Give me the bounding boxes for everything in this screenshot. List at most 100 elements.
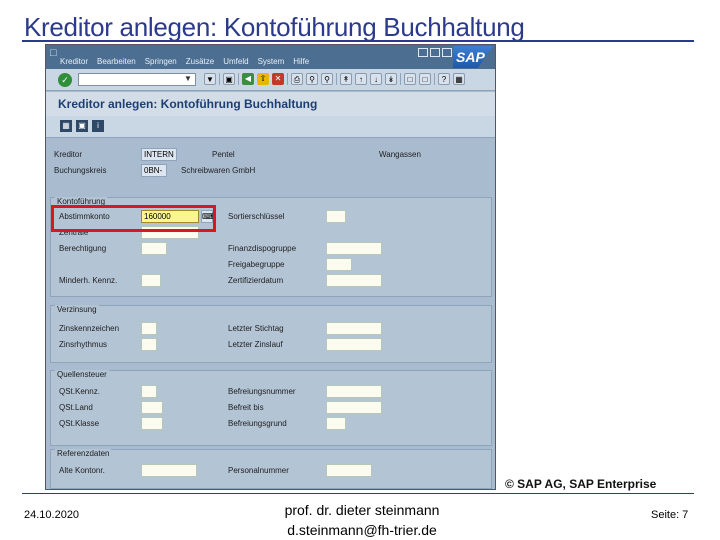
menu-item-system[interactable]: System (258, 57, 285, 66)
zinsrhythmus-label: Zinsrhythmus (59, 340, 108, 349)
exit-icon[interactable]: ⇧ (257, 73, 269, 85)
previous-page-icon[interactable]: ↑ (355, 73, 367, 85)
kreditor-field: INTERN (141, 148, 177, 161)
menu-bar: □ Kreditor Bearbeiten Springen Zusätze U… (46, 45, 495, 69)
new-session-icon[interactable]: □ (404, 73, 416, 85)
maximize-button[interactable] (430, 48, 440, 57)
finanzdispogruppe-field[interactable] (326, 242, 382, 255)
finanzdispogruppe-label: Finanzdispogruppe (228, 244, 297, 253)
zinskennzeichen-field[interactable] (141, 322, 157, 335)
toolbar-separator (219, 73, 220, 85)
menu-item-zusaetze[interactable]: Zusätze (186, 57, 214, 66)
qst-kennz-label: QSt.Kennz. (59, 387, 100, 396)
close-button[interactable] (442, 48, 452, 57)
berechtigung-field[interactable] (141, 242, 167, 255)
group-title: Quellensteuer (55, 370, 109, 379)
application-toolbar: ▦ ▣ i (46, 116, 495, 138)
zertifizierdatum-label: Zertifizierdatum (228, 276, 284, 285)
sap-logo: SAP (453, 46, 493, 68)
slide-title: Kreditor anlegen: Kontoführung Buchhaltu… (24, 12, 525, 42)
freigabegruppe-label: Freigabegruppe (228, 260, 285, 269)
group-title: Referenzdaten (55, 449, 112, 458)
enter-check-icon[interactable]: ✓ (58, 73, 72, 87)
kreditor-name: Pentel (212, 150, 235, 159)
document-icon[interactable]: ▣ (76, 120, 88, 132)
letzter-zinslauf-label: Letzter Zinslauf (228, 340, 283, 349)
author-name: prof. dr. dieter steinmann (284, 502, 440, 518)
befreit-bis-field[interactable] (326, 401, 382, 414)
buchungskreis-field: 0BN- (141, 164, 167, 177)
toolbar-separator (287, 73, 288, 85)
buchungskreis-name: Schreibwaren GmbH (181, 166, 256, 175)
minimize-button[interactable] (418, 48, 428, 57)
group-verzinsung: Verzinsung (50, 305, 492, 363)
menu-item-umfeld[interactable]: Umfeld (223, 57, 248, 66)
save-icon[interactable]: ▣ (223, 73, 235, 85)
shortcut-icon[interactable]: □ (419, 73, 431, 85)
befreiungsnummer-field[interactable] (326, 385, 382, 398)
zinskennzeichen-label: Zinskennzeichen (59, 324, 120, 333)
footer-author: prof. dr. dieter steinmann d.steinmann@f… (262, 500, 462, 540)
toolbar-separator (238, 73, 239, 85)
group-quellensteuer: Quellensteuer (50, 370, 492, 446)
screen-title-bar: Kreditor anlegen: Kontoführung Buchhaltu… (46, 92, 495, 116)
befreiungsnummer-label: Befreiungsnummer (228, 387, 296, 396)
qst-klasse-field[interactable] (141, 417, 163, 430)
qst-land-field[interactable] (141, 401, 163, 414)
sap-window: □ Kreditor Bearbeiten Springen Zusätze U… (45, 44, 496, 490)
toolbar-separator (434, 73, 435, 85)
befreiungsgrund-field[interactable] (326, 417, 346, 430)
toolbar-icons: ▼ ▣ ◀ ⇧ ✕ ⎙ ⚲ ⚲ ↟ ↑ ↓ ↡ □ □ ? ▦ (204, 73, 465, 85)
last-page-icon[interactable]: ↡ (385, 73, 397, 85)
menu-item-kreditor[interactable]: Kreditor (60, 57, 88, 66)
find-icon[interactable]: ⚲ (306, 73, 318, 85)
letzter-zinslauf-field[interactable] (326, 338, 382, 351)
copyright-note: © SAP AG, SAP Enterprise (505, 477, 657, 491)
overview-icon[interactable]: ▦ (60, 120, 72, 132)
alte-kontonr-label: Alte Kontonr. (59, 466, 105, 475)
cancel-icon[interactable]: ✕ (272, 73, 284, 85)
author-email: d.steinmann@fh-trier.de (287, 522, 437, 538)
footer-page-number: Seite: 7 (651, 509, 689, 521)
zertifizierdatum-field[interactable] (326, 274, 382, 287)
letzter-stichtag-label: Letzter Stichtag (228, 324, 284, 333)
buchungskreis-label: Buchungskreis (54, 166, 107, 175)
window-controls (418, 48, 452, 57)
alte-kontonr-field[interactable] (141, 464, 197, 477)
back-icon[interactable]: ◀ (242, 73, 254, 85)
footer-divider (22, 493, 694, 494)
qst-kennz-field[interactable] (141, 385, 157, 398)
personalnummer-field[interactable] (326, 464, 372, 477)
minderheiten-label: Minderh. Kennz. (59, 276, 118, 285)
menu-item-hilfe[interactable]: Hilfe (293, 57, 309, 66)
app-toolbar-icons: ▦ ▣ i (60, 120, 104, 132)
befreiungsgrund-label: Befreiungsgrund (228, 419, 287, 428)
berechtigung-label: Berechtigung (59, 244, 107, 253)
sortierschluessel-label: Sortierschlüssel (228, 212, 285, 221)
command-field[interactable] (78, 73, 196, 86)
info-icon[interactable]: i (92, 120, 104, 132)
find-next-icon[interactable]: ⚲ (321, 73, 333, 85)
help-icon[interactable]: ? (438, 73, 450, 85)
print-icon[interactable]: ⎙ (291, 73, 303, 85)
menu-items: Kreditor Bearbeiten Springen Zusätze Umf… (60, 57, 309, 66)
zinsrhythmus-field[interactable] (141, 338, 157, 351)
group-title: Verzinsung (55, 305, 99, 314)
minderheiten-field[interactable] (141, 274, 161, 287)
title-divider (22, 40, 694, 42)
layout-icon[interactable]: ▦ (453, 73, 465, 85)
kreditor-label: Kreditor (54, 150, 83, 159)
first-page-icon[interactable]: ↟ (340, 73, 352, 85)
menu-item-bearbeiten[interactable]: Bearbeiten (97, 57, 136, 66)
toolbar-separator (400, 73, 401, 85)
highlight-box (51, 205, 216, 232)
letzter-stichtag-field[interactable] (326, 322, 382, 335)
window-menu-icon[interactable]: □ (50, 47, 57, 59)
freigabegruppe-field[interactable] (326, 258, 352, 271)
next-page-icon[interactable]: ↓ (370, 73, 382, 85)
menu-item-springen[interactable]: Springen (145, 57, 177, 66)
command-dropdown-icon[interactable]: ▼ (184, 74, 192, 83)
dropdown-icon[interactable]: ▼ (204, 73, 216, 85)
qst-land-label: QSt.Land (59, 403, 93, 412)
sortierschluessel-field[interactable] (326, 210, 346, 223)
